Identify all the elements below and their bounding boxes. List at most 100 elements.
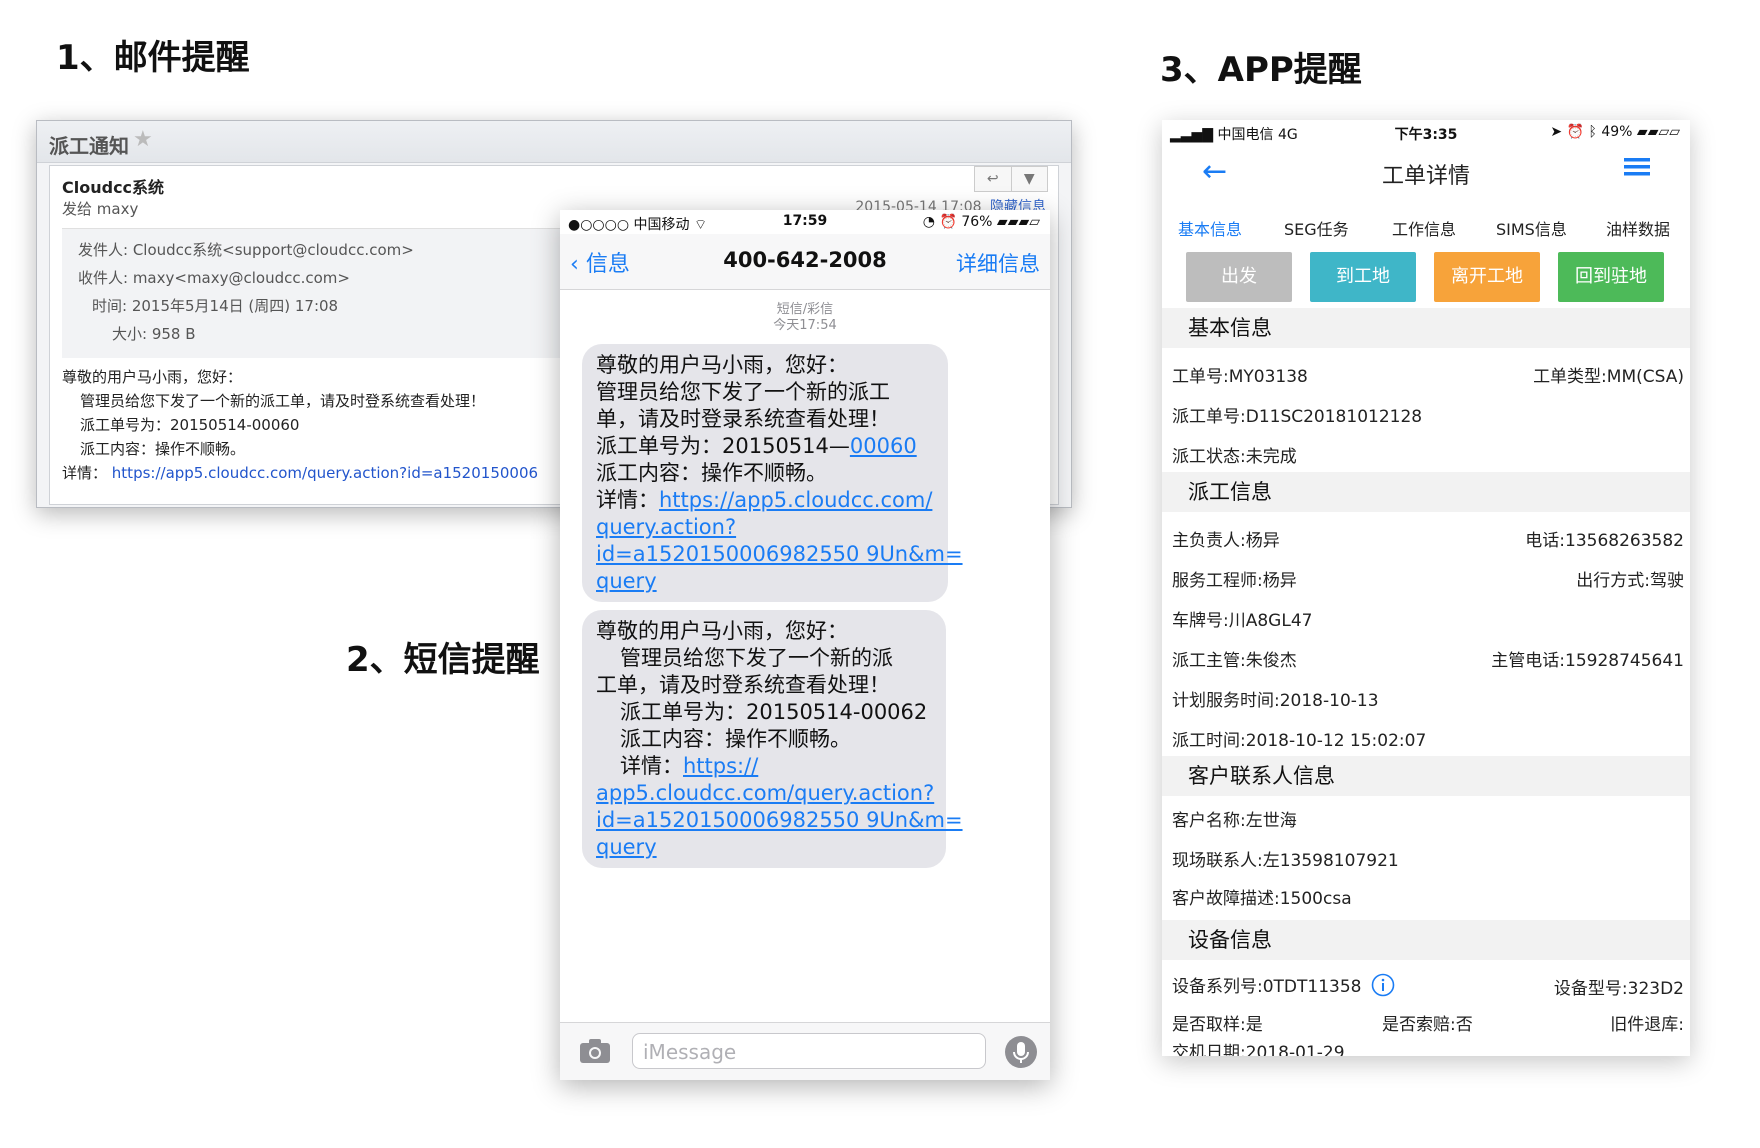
- return-base-button[interactable]: 回到驻地: [1558, 252, 1664, 302]
- app-screen: ▂▃▅▇ 中国电信 4G 下午3:35 ➤ ⏰ ᛒ 49% ▰▰▱▱ ← 工单详…: [1162, 120, 1690, 1056]
- meta-recipient: 收件人: maxy<maxy@cloudcc.com>: [78, 269, 350, 287]
- imessage-input[interactable]: iMessage: [632, 1033, 986, 1069]
- bubble2-line1: 尊敬的用户马小雨，您好：: [596, 619, 848, 643]
- arrive-site-button[interactable]: 到工地: [1310, 252, 1416, 302]
- battery-icon: ▰▰▱▱: [1636, 124, 1680, 140]
- email-body-line1: 管理员给您下发了一个新的派工单，请及时登系统查看处理！: [80, 392, 486, 410]
- email-subject: 派工通知: [49, 134, 129, 158]
- service-engineer: 服务工程师:杨异: [1172, 571, 1297, 591]
- app-title: 工单详情: [1381, 164, 1470, 189]
- sms-phone: ●○○○○ 中国移动 ⌔ 17:59 ◔ ⏰ 76% ▰▰▰▱ ‹ 信息 400…: [560, 210, 1050, 1080]
- bubble2-line2: 管理员给您下发了一个新的派: [620, 646, 893, 670]
- bubble2-line6: 详情：https://: [620, 754, 759, 778]
- app-battery: ➤ ⏰ ᛒ 49% ▰▰▱▱: [1550, 124, 1680, 140]
- sms-bubble-1: 尊敬的用户马小雨，您好： 管理员给您下发了一个新的派工 单，请及时登录系统查看处…: [582, 344, 963, 602]
- bubble2-line7: app5.cloudcc.com/query.action?: [596, 780, 934, 807]
- battery-icon: ▰▰▰▱: [996, 214, 1040, 230]
- customer-name: 客户名称:左世海: [1172, 811, 1297, 831]
- bubble2-line5: 派工内容：操作不顺畅。: [620, 727, 851, 751]
- sms-status-bar: ●○○○○ 中国移动 ⌔ 17:59 ◔ ⏰ 76% ▰▰▰▱: [560, 210, 1050, 234]
- sampled: 是否取样:是: [1172, 1015, 1263, 1035]
- tab-work-info[interactable]: 工作信息: [1392, 216, 1456, 240]
- tab-seg-task[interactable]: SEG任务: [1284, 216, 1349, 240]
- bubble2-line4: 派工单号为：20150514-00062: [620, 700, 928, 724]
- tab-oil-sample[interactable]: 油样数据: [1606, 216, 1670, 240]
- star-icon[interactable]: ★: [133, 127, 153, 152]
- supervisor-phone: 主管电话:15928745641: [1491, 651, 1684, 671]
- meta-time: 时间: 2015年5月14日 (周四) 17:08: [92, 297, 339, 315]
- bubble1-line5: 派工内容：操作不顺畅。: [596, 461, 827, 485]
- sms-bubble-2: 尊敬的用户马小雨，您好： 管理员给您下发了一个新的派 工单，请及时登系统查看处理…: [582, 610, 963, 868]
- old-part-return: 旧件退库:: [1610, 1015, 1684, 1035]
- bubble1-order-link[interactable]: 00060: [850, 434, 917, 458]
- order-type: 工单类型:MM(CSA): [1533, 367, 1684, 387]
- leave-site-button[interactable]: 离开工地: [1434, 252, 1540, 302]
- sms-section-title: 2、短信提醒: [346, 640, 540, 680]
- plate-number: 车牌号:川A8GL47: [1172, 611, 1313, 631]
- claim: 是否索赔:否: [1382, 1015, 1473, 1035]
- bubble1-line8: id=a1520150006982550 9Un&m=: [596, 541, 963, 568]
- camera-icon[interactable]: [578, 1037, 612, 1069]
- owner: 主负责人:杨异: [1172, 531, 1280, 551]
- dispatch-number: 派工单号:D11SC20181012128: [1172, 407, 1423, 427]
- email-body-line2: 派工单号为：20150514-00060: [80, 416, 300, 434]
- app-section-title: 3、APP提醒: [1160, 50, 1362, 90]
- bubble1-line6: 详情：https://app5.cloudcc.com/: [596, 488, 933, 512]
- email-section-title: 1、邮件提醒: [56, 38, 250, 78]
- dispatch-supervisor: 派工主管:朱俊杰: [1172, 651, 1297, 671]
- sms-nav-bar: ‹ 信息 400-642-2008 详细信息: [560, 234, 1050, 290]
- bubble1-url-part3[interactable]: id=a1520150006982550 9Un&m=: [596, 542, 963, 566]
- bubble1-line9: query: [596, 568, 934, 595]
- email-detail-label: 详情：: [62, 464, 108, 482]
- sms-detail-button[interactable]: 详细信息: [956, 248, 1040, 278]
- alarm-icon: ⏰: [1566, 124, 1585, 140]
- travel-mode: 出行方式:驾驶: [1576, 571, 1684, 591]
- site-contact: 现场联系人:左13598107921: [1172, 851, 1399, 871]
- email-detail-link[interactable]: https://app5.cloudcc.com/query.action?id…: [112, 464, 538, 482]
- device-model: 设备型号:323D2: [1553, 979, 1684, 999]
- email-to: 发给 maxy: [62, 200, 139, 218]
- tab-basic-info[interactable]: 基本信息: [1178, 216, 1242, 240]
- bubble1-url-part4[interactable]: query: [596, 569, 657, 593]
- tab-sims-info[interactable]: SIMS信息: [1496, 216, 1567, 240]
- info-icon[interactable]: [1371, 973, 1395, 1002]
- meta-size: 大小: 958 B: [112, 325, 196, 343]
- fault-description: 客户故障描述:1500csa: [1172, 889, 1352, 909]
- app-status-bar: ▂▃▅▇ 中国电信 4G 下午3:35 ➤ ⏰ ᛒ 49% ▰▰▱▱: [1162, 120, 1690, 144]
- bluetooth-icon: ᛒ: [1588, 124, 1597, 140]
- bubble1-url-part2[interactable]: query.action?: [596, 515, 736, 539]
- dispatch-info-header: 派工信息: [1162, 472, 1690, 512]
- alarm-icon: ⏰: [939, 214, 957, 230]
- sms-message-time: 今天17:54: [773, 318, 837, 333]
- depart-button[interactable]: 出发: [1186, 252, 1292, 302]
- meta-sender: 发件人: Cloudcc系统<support@cloudcc.com>: [78, 241, 414, 259]
- email-actions: ↩ ▼: [974, 166, 1048, 192]
- bubble2-line9: query: [596, 834, 932, 861]
- sms-battery: ◔ ⏰ 76% ▰▰▰▱: [922, 214, 1040, 230]
- bubble2-url-part4[interactable]: query: [596, 835, 657, 859]
- customer-info-header: 客户联系人信息: [1162, 756, 1690, 796]
- handover-date: 交机日期:2018-01-29: [1172, 1043, 1345, 1056]
- email-from: Cloudcc系统: [62, 178, 165, 197]
- dropdown-icon[interactable]: ▼: [1010, 167, 1048, 191]
- reply-icon[interactable]: ↩: [975, 167, 1011, 191]
- email-header: 派工通知 ★: [37, 121, 1071, 163]
- sms-message-type: 短信/彩信: [776, 302, 834, 317]
- device-serial: 设备系列号:0TDT11358: [1172, 972, 1395, 1002]
- dispatch-status: 派工状态:未完成: [1172, 447, 1297, 467]
- bubble2-url-part3[interactable]: id=a1520150006982550 9Un&m=: [596, 808, 963, 832]
- bubble1-line4: 派工单号为：20150514—00060: [596, 434, 917, 458]
- menu-icon[interactable]: [1624, 156, 1650, 182]
- device-info-header: 设备信息: [1162, 920, 1690, 960]
- bubble1-line7: query.action?: [596, 514, 934, 541]
- planned-service-time: 计划服务时间:2018-10-13: [1172, 691, 1379, 711]
- microphone-icon[interactable]: [1004, 1035, 1038, 1073]
- rotation-lock-icon: ◔: [922, 214, 935, 230]
- bubble1-url-link[interactable]: https://app5.cloudcc.com/: [659, 488, 932, 512]
- basic-info-header: 基本信息: [1162, 308, 1690, 348]
- email-detail: 详情： https://app5.cloudcc.com/query.actio…: [62, 462, 538, 483]
- bubble1-line2: 管理员给您下发了一个新的派工: [596, 380, 890, 404]
- bubble2-url-part2[interactable]: app5.cloudcc.com/query.action?: [596, 781, 934, 805]
- location-icon: ➤: [1550, 124, 1563, 140]
- bubble2-url-link[interactable]: https://: [683, 754, 758, 778]
